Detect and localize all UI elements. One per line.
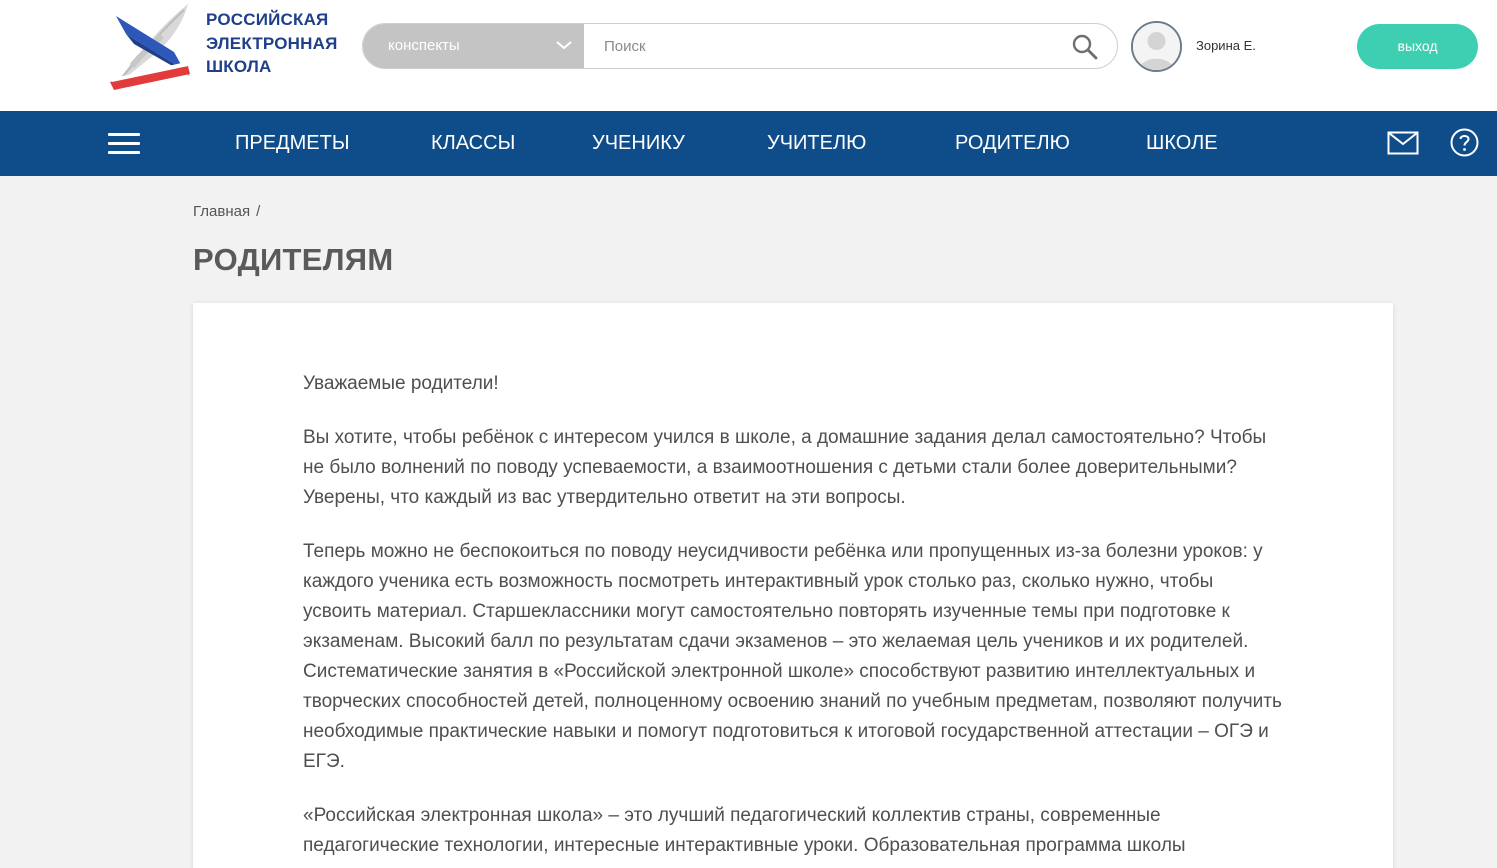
nav-item-parent[interactable]: РОДИТЕЛЮ xyxy=(955,111,1070,176)
search-category-value: конспекты xyxy=(388,37,460,54)
nav-item-student[interactable]: УЧЕНИКУ xyxy=(592,111,685,176)
nav-item-school[interactable]: ШКОЛЕ xyxy=(1146,111,1218,176)
nav-item-teacher[interactable]: УЧИТЕЛЮ xyxy=(767,111,866,176)
nav-item-subjects[interactable]: ПРЕДМЕТЫ xyxy=(235,111,350,176)
help-icon[interactable] xyxy=(1450,128,1479,157)
main-nav: ПРЕДМЕТЫ КЛАССЫ УЧЕНИКУ УЧИТЕЛЮ РОДИТЕЛЮ… xyxy=(0,111,1497,176)
chevron-down-icon xyxy=(556,41,572,50)
article-paragraph: Вы хотите, чтобы ребёнок с интересом учи… xyxy=(303,427,1267,508)
article-paragraph: Уважаемые родители! xyxy=(303,373,499,394)
header: РОССИЙСКАЯ ЭЛЕКТРОННАЯ ШКОЛА конспекты З… xyxy=(0,0,1497,111)
breadcrumb-separator: / xyxy=(256,203,261,220)
article-paragraph: «Российская электронная школа» – это луч… xyxy=(303,805,1186,856)
search-input[interactable] xyxy=(584,24,1064,68)
user-name[interactable]: Зорина Е. xyxy=(1196,38,1256,53)
article-body: Уважаемые родители! Вы хотите, чтобы реб… xyxy=(303,369,1283,868)
logo-text-line2: ЭЛЕКТРОННАЯ xyxy=(206,33,338,53)
hamburger-icon[interactable] xyxy=(108,133,140,155)
page-title: РОДИТЕЛЯМ xyxy=(193,242,394,277)
mail-icon[interactable] xyxy=(1387,131,1419,155)
breadcrumb: Главная / xyxy=(193,203,260,220)
quill-book-logo-icon xyxy=(110,4,190,90)
search-bar: конспекты xyxy=(362,23,1118,69)
logo-text-line1: РОССИЙСКАЯ xyxy=(206,10,329,29)
site-logo[interactable]: РОССИЙСКАЯ ЭЛЕКТРОННАЯ ШКОЛА xyxy=(104,0,344,95)
user-avatar-icon xyxy=(1133,23,1180,70)
logout-button[interactable]: выход xyxy=(1357,24,1478,69)
article-paragraph: Теперь можно не беспокоиться по поводу н… xyxy=(303,541,1282,772)
breadcrumb-home[interactable]: Главная xyxy=(193,203,250,220)
user-avatar[interactable] xyxy=(1131,21,1182,72)
search-category-select[interactable]: конспекты xyxy=(363,24,584,68)
logo-text-line3: ШКОЛА xyxy=(206,57,272,76)
search-icon[interactable] xyxy=(1071,33,1099,61)
nav-item-classes[interactable]: КЛАССЫ xyxy=(431,111,515,176)
content-card: Уважаемые родители! Вы хотите, чтобы реб… xyxy=(193,303,1393,868)
